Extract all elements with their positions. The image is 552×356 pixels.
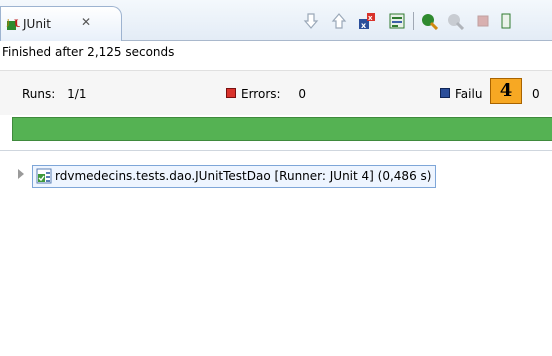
failure-icon xyxy=(440,88,450,98)
runs-counter: Runs: 1/1 xyxy=(22,87,86,101)
annotation-callout: 4 xyxy=(490,78,522,104)
failures-counter: Failu 0 xyxy=(440,87,540,101)
view-tab-bar: U J JUnit ✕ x x xyxy=(0,0,552,41)
stop-icon[interactable] xyxy=(474,12,492,30)
failures-value: 0 xyxy=(532,87,540,101)
svg-text:x: x xyxy=(361,21,367,30)
next-failure-icon[interactable] xyxy=(302,12,320,30)
close-icon[interactable]: ✕ xyxy=(81,15,91,29)
errors-label: Errors: xyxy=(241,87,281,101)
junit-view: U J JUnit ✕ x x Finished after 2,125 sec… xyxy=(0,0,552,356)
history-icon[interactable] xyxy=(500,12,512,30)
expand-arrow-icon[interactable] xyxy=(18,169,24,179)
counter-panel: Runs: 1/1 Errors: 0 Failu 0 xyxy=(0,70,552,115)
rerun-failed-first-icon[interactable] xyxy=(446,12,464,30)
junit-tab[interactable]: U J JUnit ✕ xyxy=(0,6,122,41)
junit-tab-icon: U J xyxy=(6,18,20,30)
show-failures-only-icon[interactable]: x x xyxy=(358,12,376,30)
previous-failure-icon[interactable] xyxy=(330,12,348,30)
test-progress-bar xyxy=(12,117,552,141)
runs-value: 1/1 xyxy=(67,87,87,101)
errors-counter: Errors: 0 xyxy=(226,87,306,101)
runs-label: Runs: xyxy=(22,87,56,101)
svg-text:x: x xyxy=(368,14,373,22)
tab-label: JUnit xyxy=(23,17,51,31)
test-suite-label: rdvmedecins.tests.dao.JUnitTestDao [Runn… xyxy=(55,169,432,183)
failures-label: Failu xyxy=(455,87,483,101)
scroll-lock-icon[interactable] xyxy=(388,12,406,30)
error-icon xyxy=(226,88,236,98)
test-suite-ok-icon xyxy=(36,168,52,184)
rerun-test-icon[interactable] xyxy=(420,12,438,30)
toolbar-separator xyxy=(413,12,414,30)
svg-text:J: J xyxy=(6,18,9,27)
test-tree: rdvmedecins.tests.dao.JUnitTestDao [Runn… xyxy=(0,150,552,356)
status-message: Finished after 2,125 seconds xyxy=(2,45,175,59)
svg-text:U: U xyxy=(14,19,20,30)
errors-value: 0 xyxy=(298,87,307,101)
test-suite-node[interactable]: rdvmedecins.tests.dao.JUnitTestDao [Runn… xyxy=(32,165,437,188)
